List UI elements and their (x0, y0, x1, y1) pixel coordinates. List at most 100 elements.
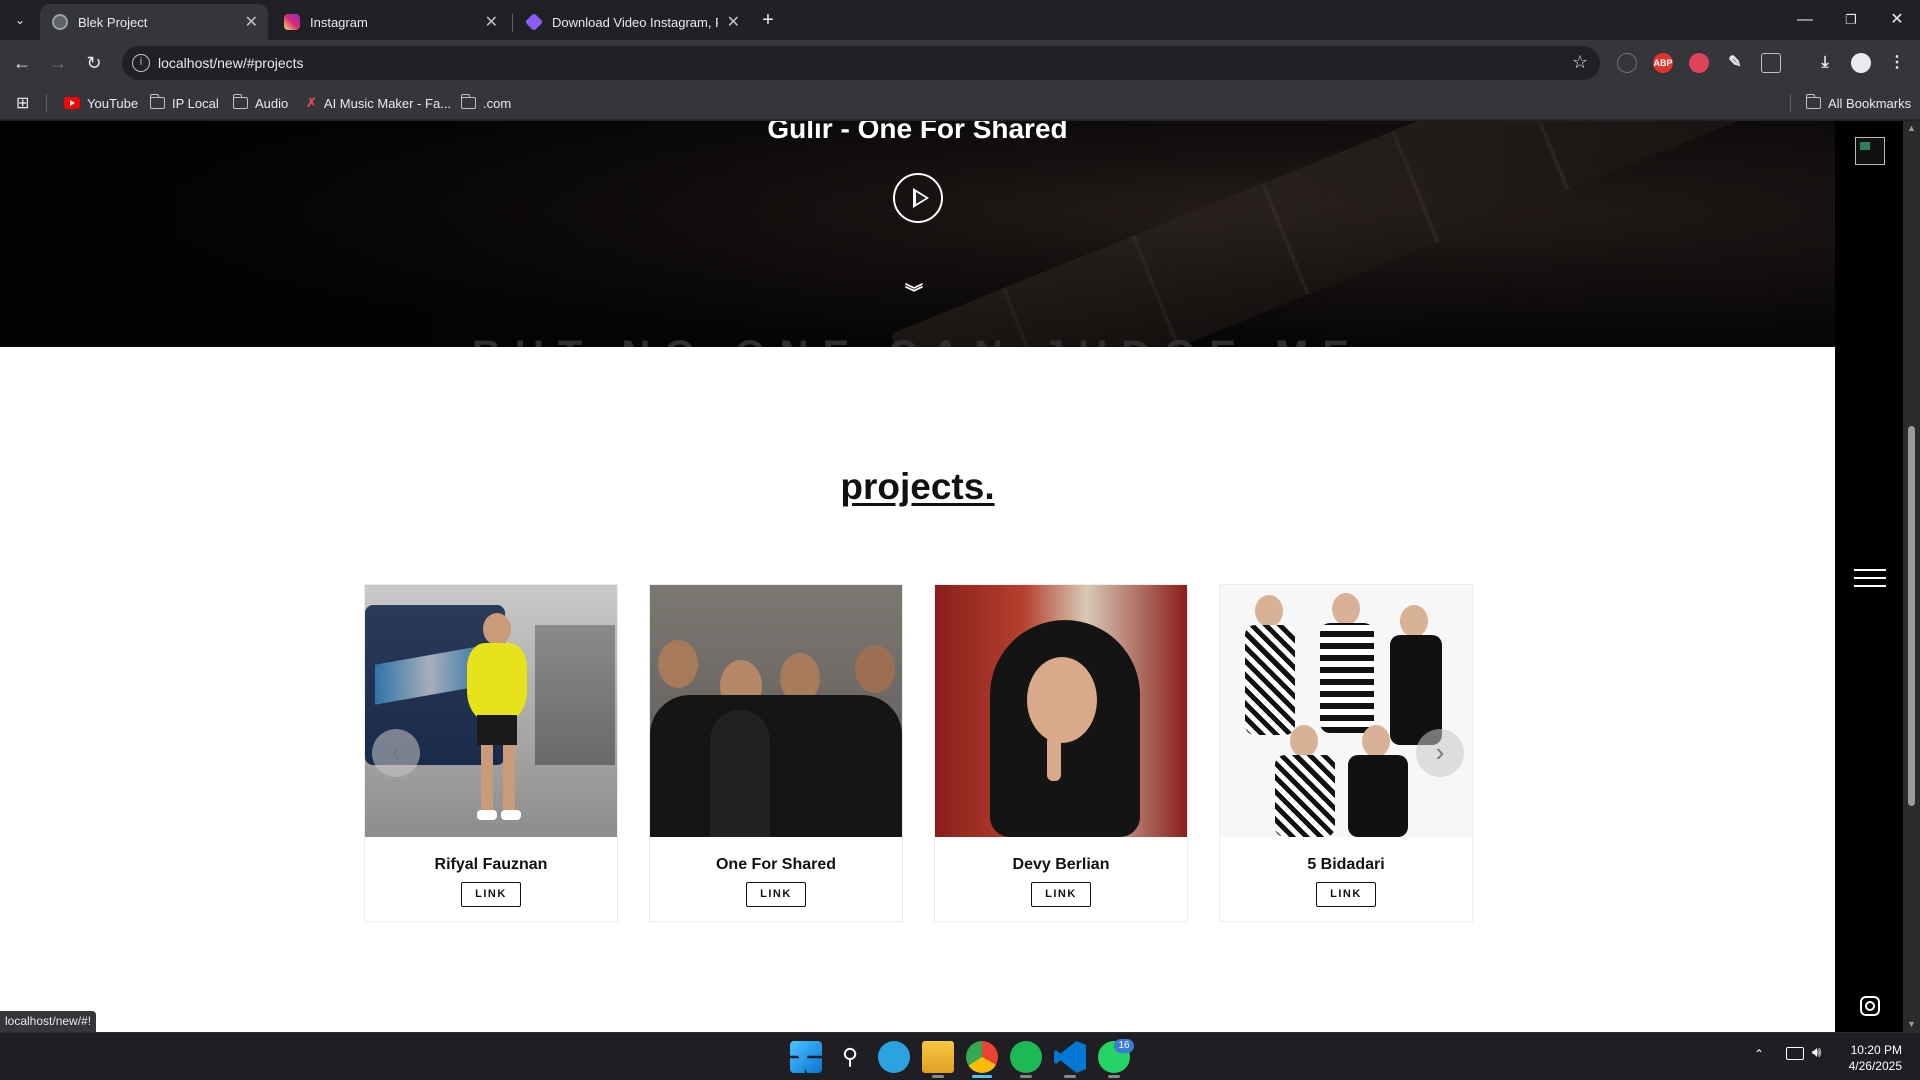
bookmark-separator (1790, 94, 1791, 112)
search-icon[interactable]: ⚲ (834, 1041, 866, 1073)
close-tab-icon[interactable]: ✕ (485, 12, 498, 32)
address-bar[interactable]: i localhost/new/#projects ☆ (122, 46, 1600, 80)
adblock-extension-icon[interactable]: ABP (1653, 53, 1673, 73)
tray-chevron-icon[interactable]: ⌃ (1754, 1047, 1764, 1061)
carousel-prev-button[interactable]: ‹ (372, 729, 420, 777)
all-bookmarks[interactable]: All Bookmarks (1805, 93, 1912, 113)
browser-toolbar: ← → ↻ i localhost/new/#projects ☆ ABP ✎ … (0, 40, 1920, 86)
instagram-icon[interactable] (1860, 996, 1880, 1016)
recycle-extension-icon[interactable] (1617, 53, 1637, 73)
project-photo (935, 585, 1187, 837)
scroll-up-arrow-icon[interactable]: ▲ (1907, 123, 1916, 133)
folder-icon (232, 94, 248, 109)
folder-icon (149, 94, 165, 109)
clock-date: 4/26/2025 (1848, 1059, 1902, 1073)
play-button[interactable] (893, 173, 943, 223)
forward-icon[interactable]: → (44, 49, 72, 77)
close-tab-icon[interactable]: ✕ (245, 12, 258, 32)
minimize-icon[interactable]: — (1782, 6, 1828, 34)
bookmark-youtube[interactable]: YouTube (64, 93, 138, 113)
tab-blek-project[interactable]: Blek Project ✕ (40, 4, 268, 40)
back-icon[interactable]: ← (8, 49, 36, 77)
ai-music-icon: ✗ (306, 95, 317, 110)
project-name: One For Shared (715, 856, 837, 873)
close-window-icon[interactable]: ✕ (1874, 6, 1920, 34)
bookmark-audio[interactable]: Audio (232, 93, 289, 113)
file-explorer-icon[interactable] (922, 1041, 954, 1073)
bookmark-label: .com (483, 95, 512, 111)
tab-instagram[interactable]: Instagram ✕ (272, 4, 508, 40)
target-extension-icon[interactable] (1689, 53, 1709, 73)
close-tab-icon[interactable]: ✕ (727, 12, 740, 32)
project-name: 5 Bidadari (1307, 856, 1385, 873)
hero-title: Gulir - One For Shared (767, 121, 1068, 144)
profile-avatar-icon[interactable] (1851, 53, 1871, 73)
reload-icon[interactable]: ↻ (80, 49, 108, 77)
diamond-icon (524, 12, 544, 32)
eyedropper-icon[interactable]: ✎ (1725, 53, 1745, 73)
side-navigation (1835, 121, 1903, 1032)
windows-start-icon[interactable] (790, 1041, 822, 1073)
project-card-devy-berlian: Devy Berlian LINK (934, 584, 1188, 922)
telegram-icon[interactable] (878, 1041, 910, 1073)
scrollbar-thumb[interactable] (1908, 426, 1915, 806)
bookmark-com[interactable]: .com (460, 93, 512, 113)
scroll-down-arrow-icon[interactable]: ▼ (1907, 1019, 1916, 1029)
all-bookmarks-label: All Bookmarks (1828, 95, 1912, 111)
bookmarks-bar: ⊞ YouTube IP Local Audio ✗ AI Music Make… (0, 86, 1920, 120)
notification-badge: 16 (1114, 1039, 1134, 1053)
chevron-double-down-icon[interactable]: ︾ (905, 279, 923, 305)
youtube-icon (64, 97, 80, 109)
restore-icon[interactable]: ❐ (1828, 6, 1874, 34)
tab-title: Download Video Instagram, Fot (552, 14, 718, 30)
vscode-icon[interactable] (1054, 1041, 1086, 1073)
menu-kebab-icon[interactable]: ⋮ (1887, 53, 1907, 73)
site-logo-image[interactable] (1855, 137, 1885, 165)
new-tab-icon[interactable]: + (752, 6, 784, 34)
project-photo (1220, 585, 1472, 837)
project-name: Devy Berlian (1012, 856, 1110, 873)
bookmark-ip-local[interactable]: IP Local (149, 93, 219, 113)
project-photo (365, 585, 617, 837)
projects-heading: projects. (840, 466, 995, 507)
project-link-button[interactable]: LINK (1316, 882, 1376, 907)
bookmark-ai-music-maker[interactable]: ✗ AI Music Maker - Fa... (306, 93, 451, 113)
folder-icon (1805, 94, 1821, 109)
page-scrollbar[interactable]: ▲ ▼ (1903, 121, 1920, 1032)
chrome-icon[interactable] (966, 1041, 998, 1073)
bookmark-label: YouTube (87, 95, 139, 111)
clock[interactable]: 10:20 PM 4/26/2025 (1849, 1042, 1902, 1074)
apps-grid-icon[interactable]: ⊞ (16, 93, 29, 113)
tab-strip: ⌄ Blek Project ✕ Instagram ✕ Download Vi… (0, 0, 1920, 40)
tab-search-chevron-icon[interactable]: ⌄ (4, 6, 36, 34)
project-link-button[interactable]: LINK (1031, 882, 1091, 907)
project-link-button[interactable]: LINK (461, 882, 521, 907)
bookmark-star-icon[interactable]: ☆ (1572, 52, 1588, 73)
project-card-one-for-shared: One For Shared LINK (649, 584, 903, 922)
hamburger-menu-icon[interactable] (1854, 569, 1886, 593)
bookmark-label: Audio (255, 95, 289, 111)
project-link-button[interactable]: LINK (746, 882, 806, 907)
spotify-icon[interactable] (1010, 1041, 1042, 1073)
project-photo (650, 585, 902, 837)
folder-icon (460, 94, 476, 109)
tab-title: Instagram (310, 14, 368, 30)
extensions-puzzle-icon[interactable] (1761, 53, 1781, 73)
windows-taskbar: ⚲ 16 ⌃ 🔊︎ 10:20 PM 4/26/2025 (0, 1032, 1920, 1080)
volume-icon[interactable]: 🔊︎ (1812, 1044, 1821, 1061)
hero-section: Gulir - One For Shared ︾ BUT NO ONE CAN … (0, 121, 1835, 347)
network-icon[interactable] (1786, 1047, 1804, 1060)
hero-overlay (0, 121, 1835, 347)
status-bar-url: localhost/new/#! (0, 1011, 97, 1032)
page-viewport: Gulir - One For Shared ︾ BUT NO ONE CAN … (0, 121, 1920, 1032)
globe-icon (52, 14, 68, 30)
carousel-next-button[interactable]: › (1416, 729, 1464, 777)
download-icon[interactable]: ⤓ (1815, 53, 1835, 73)
bookmark-separator (46, 94, 47, 112)
project-name: Rifyal Fauznan (434, 856, 548, 873)
tab-title: Blek Project (78, 14, 148, 30)
tab-download-video[interactable]: Download Video Instagram, Fot ✕ (514, 4, 750, 40)
bookmark-label: IP Local (172, 95, 219, 111)
url-text[interactable]: localhost/new/#projects (158, 55, 304, 71)
site-info-icon[interactable]: i (132, 54, 150, 72)
